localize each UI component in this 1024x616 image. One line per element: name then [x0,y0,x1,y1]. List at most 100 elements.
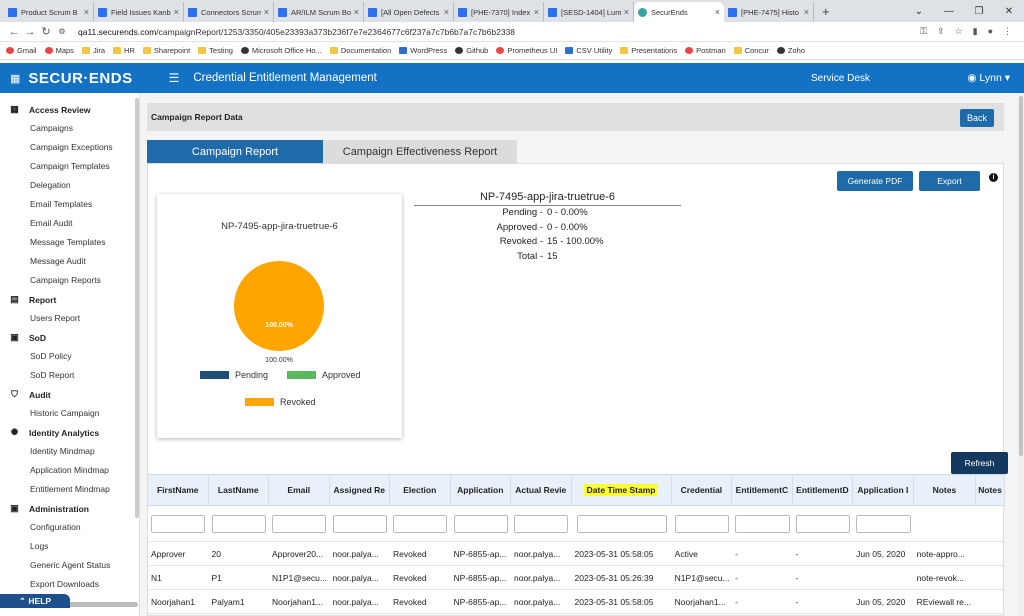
minimize-icon[interactable]: — [934,6,964,17]
bookmark-zoho[interactable]: Zoho [776,46,805,55]
column-header-actual-revie[interactable]: Actual Revie [511,475,572,505]
sidebar-section-report[interactable]: ▤ Report [0,290,139,309]
bookmark-testing[interactable]: Testing [198,46,233,55]
sidebar-item-email-audit[interactable]: Email Audit [0,214,139,233]
tab-campaign-report[interactable]: Campaign Report [147,140,323,163]
sidebar-item-sod-policy[interactable]: SoD Policy [0,347,139,366]
sidebar-item-configuration[interactable]: Configuration [0,518,139,537]
filter-input-application[interactable] [453,514,508,533]
sidebar-item-generic-agent-status[interactable]: Generic Agent Status [0,556,139,575]
sidebar-section-identity-analytics[interactable]: ✺ Identity Analytics [0,423,139,442]
column-header-lastname[interactable]: LastName [209,475,269,505]
sidebar-item-entitlement-mindmap[interactable]: Entitlement Mindmap [0,480,139,499]
sidebar-scrollbar[interactable] [135,98,139,518]
sidebar-section-audit[interactable]: ⛉ Audit [0,385,139,404]
sidebar-item-campaign-exceptions[interactable]: Campaign Exceptions [0,138,139,157]
browser-tab[interactable]: [PHE-7370] Index × [454,2,544,22]
column-header-credential[interactable]: Credential [672,475,733,505]
table-row[interactable]: Approver 20 Approver20... noor.palya... Revo… [148,542,1005,566]
sidebar-item-application-mindmap[interactable]: Application Mindmap [0,461,139,480]
column-header-entitlementd[interactable]: EntitlementD [793,475,854,505]
close-window-icon[interactable]: ✕ [994,6,1024,17]
pie-slice-revoked[interactable] [234,261,324,351]
filter-input-election[interactable] [393,514,448,533]
browser-tab[interactable]: [All Open Defects × [364,2,454,22]
sidebar-item-campaign-reports[interactable]: Campaign Reports [0,271,139,290]
filter-input-lastname[interactable] [211,514,266,533]
column-header-notes[interactable]: Notes [976,475,1005,505]
filter-input-assigned-re[interactable] [332,514,387,533]
filter-input-actual-revie[interactable] [514,514,569,533]
column-header-assigned-re[interactable]: Assigned Re [330,475,390,505]
tab-close-icon[interactable]: × [264,7,269,17]
forward-arrow-icon[interactable]: → [22,26,38,38]
sidepanel-icon[interactable]: ▮ [973,26,978,37]
legend-pending[interactable]: Pending [200,370,268,380]
help-button[interactable]: ⌃ HELP [0,594,70,608]
profile-icon[interactable]: ● [988,26,993,37]
tab-search-icon[interactable]: ⌄ [904,6,934,17]
bookmark-hr[interactable]: HR [113,46,135,55]
sidebar-item-sod-report[interactable]: SoD Report [0,366,139,385]
back-arrow-icon[interactable]: ← [6,26,22,38]
legend-approved[interactable]: Approved [287,370,361,380]
tab-close-icon[interactable]: × [715,7,720,17]
bookmark-wordpress[interactable]: WordPress [399,46,447,55]
tab-close-icon[interactable]: × [444,7,449,17]
user-menu[interactable]: ◉ Lynn ▾ [967,72,1010,84]
filter-input-application-i[interactable] [856,514,911,533]
filter-input-firstname[interactable] [151,514,206,533]
browser-tab[interactable]: AR/ILM Scrum Bo × [274,2,364,22]
service-desk-link[interactable]: Service Desk [811,73,870,84]
tab-close-icon[interactable]: × [804,7,809,17]
sidebar-item-users-report[interactable]: Users Report [0,309,139,328]
info-icon[interactable]: i [989,173,998,182]
browser-tab[interactable]: Connectors Scrum × [184,2,274,22]
url-field[interactable]: qa11.securends.com/campaignReport/1253/3… [78,27,920,37]
filter-input-credential[interactable] [674,514,730,533]
column-header-firstname[interactable]: FirstName [148,475,209,505]
tab-close-icon[interactable]: × [174,7,179,17]
tab-close-icon[interactable]: × [534,7,539,17]
back-button[interactable]: Back [960,109,994,127]
new-tab-icon[interactable]: + [814,4,838,19]
sidebar-section-administration[interactable]: ▣ Administration [0,499,139,518]
browser-tab[interactable]: Field Issues Kanb × [94,2,184,22]
tab-close-icon[interactable]: × [624,7,629,17]
refresh-button[interactable]: Refresh [951,452,1008,474]
bookmark-csv-utility[interactable]: CSV Utility [565,46,612,55]
site-info-icon[interactable]: ⚙ [54,27,70,36]
filter-input-entitlementc[interactable] [735,514,790,533]
browser-tab[interactable]: Product Scrum B × [4,2,94,22]
star-icon[interactable]: ☆ [955,26,963,37]
sidebar-item-campaign-templates[interactable]: Campaign Templates [0,157,139,176]
bookmark-github[interactable]: Github [455,46,488,55]
hamburger-icon[interactable]: ☰ [169,71,180,85]
sidebar-item-message-audit[interactable]: Message Audit [0,252,139,271]
apps-grid-icon[interactable]: ▦ [10,72,20,85]
tab-campaign-effectiveness-report[interactable]: Campaign Effectiveness Report [323,140,517,163]
sidebar-item-delegation[interactable]: Delegation [0,176,139,195]
browser-tab[interactable]: [SESD-1404] Lum × [544,2,634,22]
tab-close-icon[interactable]: × [84,7,89,17]
sidebar-item-campaigns[interactable]: Campaigns [0,119,139,138]
bookmark-gmail[interactable]: Gmail [6,46,37,55]
bookmark-sharepoint[interactable]: Sharepoint [142,46,190,55]
bookmark-prometheus-ui[interactable]: Prometheus UI [496,46,557,55]
reload-icon[interactable]: ↻ [38,25,54,38]
column-header-election[interactable]: Election [390,475,451,505]
column-header-entitlementc[interactable]: EntitlementC [732,475,793,505]
sidebar-section-sod[interactable]: ▣ SoD [0,328,139,347]
bookmark-documentation[interactable]: Documentation [329,46,391,55]
share-icon[interactable]: ⇪ [937,26,945,37]
filter-input-email[interactable] [272,514,327,533]
table-row[interactable]: N1 P1 N1P1@secu... noor.palya... Revoked NP-6… [148,566,1005,590]
sidebar-section-access-review[interactable]: ▦ Access Review [0,100,139,119]
sidebar-item-email-templates[interactable]: Email Templates [0,195,139,214]
bookmark-postman[interactable]: Postman [685,46,726,55]
menu-dots-icon[interactable]: ⋮ [1003,26,1012,37]
legend-revoked[interactable]: Revoked [245,397,316,407]
table-row[interactable]: Noorjahan1 Palyam1 Noorjahan1... noor.palya… [148,590,1005,614]
key-icon[interactable]: ⚿ [920,26,927,37]
bookmark-jira[interactable]: Jira [81,46,105,55]
